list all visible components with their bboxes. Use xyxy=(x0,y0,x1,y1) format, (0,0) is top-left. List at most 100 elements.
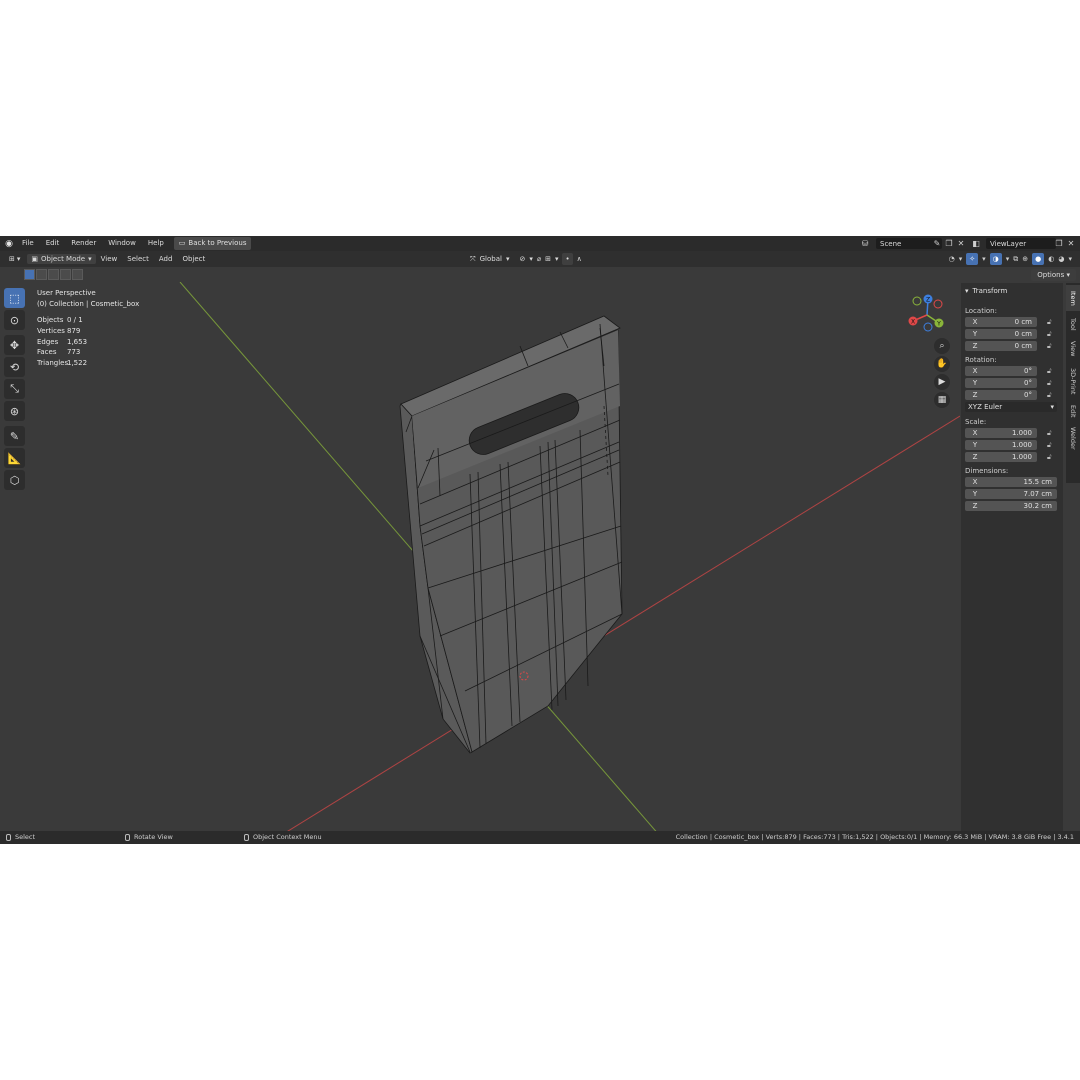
tab-tool[interactable]: Tool xyxy=(1066,313,1080,335)
location-x-field[interactable]: X 0 cm xyxy=(965,317,1037,327)
menu-window[interactable]: Window xyxy=(104,236,140,251)
rotation-z-field[interactable]: Z 0° xyxy=(965,390,1037,400)
field-value: 7.07 cm xyxy=(1023,490,1052,498)
lock-icon[interactable]: 🔓︎ xyxy=(1047,330,1054,338)
menu-help[interactable]: Help xyxy=(144,236,168,251)
falloff-icon[interactable]: ∧ xyxy=(577,255,582,263)
menu-view[interactable]: View xyxy=(96,255,123,263)
stat-value: 1,653 xyxy=(67,337,88,346)
menu-edit[interactable]: Edit xyxy=(42,236,64,251)
rotation-mode-select[interactable]: XYZ Euler ▾ xyxy=(965,402,1057,412)
material-shading-icon[interactable]: ◐ xyxy=(1048,255,1054,263)
cosmetic-box-mesh[interactable] xyxy=(399,315,623,754)
tab-item[interactable]: Item xyxy=(1066,285,1080,311)
z-axis-label: Z xyxy=(926,297,930,304)
navigation-gizmo[interactable]: Z Y X xyxy=(905,293,950,338)
close-layer-icon[interactable]: ✕ xyxy=(1066,238,1076,249)
copy-scene-icon[interactable]: ❐ xyxy=(944,238,954,249)
gizmo-toggle-icon[interactable]: ✧ xyxy=(966,253,979,265)
select-new-icon[interactable] xyxy=(24,269,35,280)
tab-view[interactable]: View xyxy=(1066,337,1080,361)
move-tool-icon[interactable]: ✥ xyxy=(4,335,25,355)
mode-selector[interactable]: ▣ Object Mode ▾ xyxy=(27,254,96,264)
scale-tool-icon[interactable]: ⤡ xyxy=(4,379,25,399)
location-z-field[interactable]: Z 0 cm xyxy=(965,341,1037,351)
stat-value: 879 xyxy=(67,326,81,335)
menu-render[interactable]: Render xyxy=(67,236,100,251)
overlay-toggle-icon[interactable]: ◑ xyxy=(989,253,1002,265)
rotate-tool-icon[interactable]: ⟲ xyxy=(4,357,25,377)
tab-welder[interactable]: Welder xyxy=(1066,423,1080,453)
lock-icon[interactable]: 🔓︎ xyxy=(1047,453,1054,461)
dimension-y-field[interactable]: Y 7.07 cm xyxy=(965,489,1057,499)
copy-layer-icon[interactable]: ❐ xyxy=(1054,238,1064,249)
lock-icon[interactable]: 🔓︎ xyxy=(1047,379,1054,387)
dimension-x-field[interactable]: X 15.5 cm xyxy=(965,477,1057,487)
select-extend-icon[interactable] xyxy=(36,269,47,280)
chevron-down-icon: ▾ xyxy=(529,255,533,263)
orientation-select[interactable]: Global xyxy=(480,255,502,263)
visibility-icon[interactable]: ◔ xyxy=(949,255,955,263)
snap-icon[interactable]: ⌀ xyxy=(537,255,541,263)
scale-z-field[interactable]: Z 1.000 xyxy=(965,452,1037,462)
wireframe-shading-icon[interactable]: ⊕ xyxy=(1022,255,1028,263)
editor-type-button[interactable]: ⊞ ▾ xyxy=(6,255,23,263)
transform-title: Transform xyxy=(972,287,1008,295)
pan-hand-icon[interactable]: ✋ xyxy=(934,356,950,372)
snap-target-icon[interactable]: ⊞ xyxy=(545,255,551,263)
view-layer-field[interactable]: ViewLayer xyxy=(986,238,1056,249)
measure-tool-icon[interactable]: 📐 xyxy=(4,448,25,468)
menu-select[interactable]: Select xyxy=(122,255,154,263)
solid-shading-icon[interactable]: ● xyxy=(1032,253,1045,265)
close-scene-icon[interactable]: ✕ xyxy=(956,238,966,249)
viewport-canvas[interactable] xyxy=(0,282,960,831)
xray-icon[interactable]: ⧉ xyxy=(1013,255,1018,264)
dimension-z-field[interactable]: Z 30.2 cm xyxy=(965,501,1057,511)
select-box-tool-icon[interactable]: ⬚ xyxy=(4,288,25,308)
axis-label: Z xyxy=(972,342,978,350)
rendered-shading-icon[interactable]: ◕ xyxy=(1058,255,1064,263)
cursor-tool-icon[interactable]: ⊙ xyxy=(4,310,25,330)
select-intersect-icon[interactable] xyxy=(72,269,83,280)
menu-object[interactable]: Object xyxy=(177,255,210,263)
rotation-x-field[interactable]: X 0° xyxy=(965,366,1037,376)
rotation-label: Rotation: xyxy=(965,356,997,364)
select-invert-icon[interactable] xyxy=(60,269,71,280)
lock-icon[interactable]: 🔓︎ xyxy=(1047,391,1054,399)
pin-icon[interactable]: ✎ xyxy=(932,238,942,249)
scene-icon[interactable]: ⛁ xyxy=(860,238,870,249)
location-y-field[interactable]: Y 0 cm xyxy=(965,329,1037,339)
field-value: 0° xyxy=(1024,367,1032,375)
field-value: 0 cm xyxy=(1014,318,1032,326)
axis-label: Y xyxy=(972,490,978,498)
view-layer-icon[interactable]: ◧ xyxy=(971,238,981,249)
lock-icon[interactable]: 🔓︎ xyxy=(1047,342,1054,350)
stat-value: 0 / 1 xyxy=(67,316,83,324)
back-to-previous-button[interactable]: ▭ Back to Previous xyxy=(173,237,252,250)
transform-tool-icon[interactable]: ⊛ xyxy=(4,401,25,421)
menu-add[interactable]: Add xyxy=(154,255,178,263)
scale-y-field[interactable]: Y 1.000 xyxy=(965,440,1037,450)
scale-x-field[interactable]: X 1.000 xyxy=(965,428,1037,438)
zoom-icon[interactable]: ⌕ xyxy=(934,338,950,354)
blender-logo-icon[interactable]: ◉ xyxy=(4,239,14,249)
perspective-grid-icon[interactable]: ▦ xyxy=(934,392,950,408)
options-button[interactable]: Options ▾ xyxy=(1031,269,1076,281)
chevron-down-icon: ▾ xyxy=(958,255,963,263)
annotate-tool-icon[interactable]: ✎ xyxy=(4,426,25,446)
tab-edit[interactable]: Edit xyxy=(1066,401,1080,421)
pivot-icon[interactable]: ⊘ xyxy=(519,255,525,263)
camera-icon[interactable]: ▶ xyxy=(934,374,950,390)
lock-icon[interactable]: 🔓︎ xyxy=(1047,367,1054,375)
lock-icon[interactable]: 🔓︎ xyxy=(1047,429,1054,437)
tab-3d-print[interactable]: 3D-Print xyxy=(1066,363,1080,399)
rotation-y-field[interactable]: Y 0° xyxy=(965,378,1037,388)
lock-icon[interactable]: 🔓︎ xyxy=(1047,441,1054,449)
proportional-edit-icon[interactable]: • xyxy=(562,253,573,265)
viewport-info: User Perspective (0) Collection | Cosmet… xyxy=(37,288,139,310)
select-subtract-icon[interactable] xyxy=(48,269,59,280)
menu-file[interactable]: File xyxy=(18,236,38,251)
transform-panel-header[interactable]: ▾ Transform xyxy=(965,287,1007,295)
add-cube-tool-icon[interactable]: ⬡ xyxy=(4,470,25,490)
lock-icon[interactable]: 🔓︎ xyxy=(1047,318,1054,326)
